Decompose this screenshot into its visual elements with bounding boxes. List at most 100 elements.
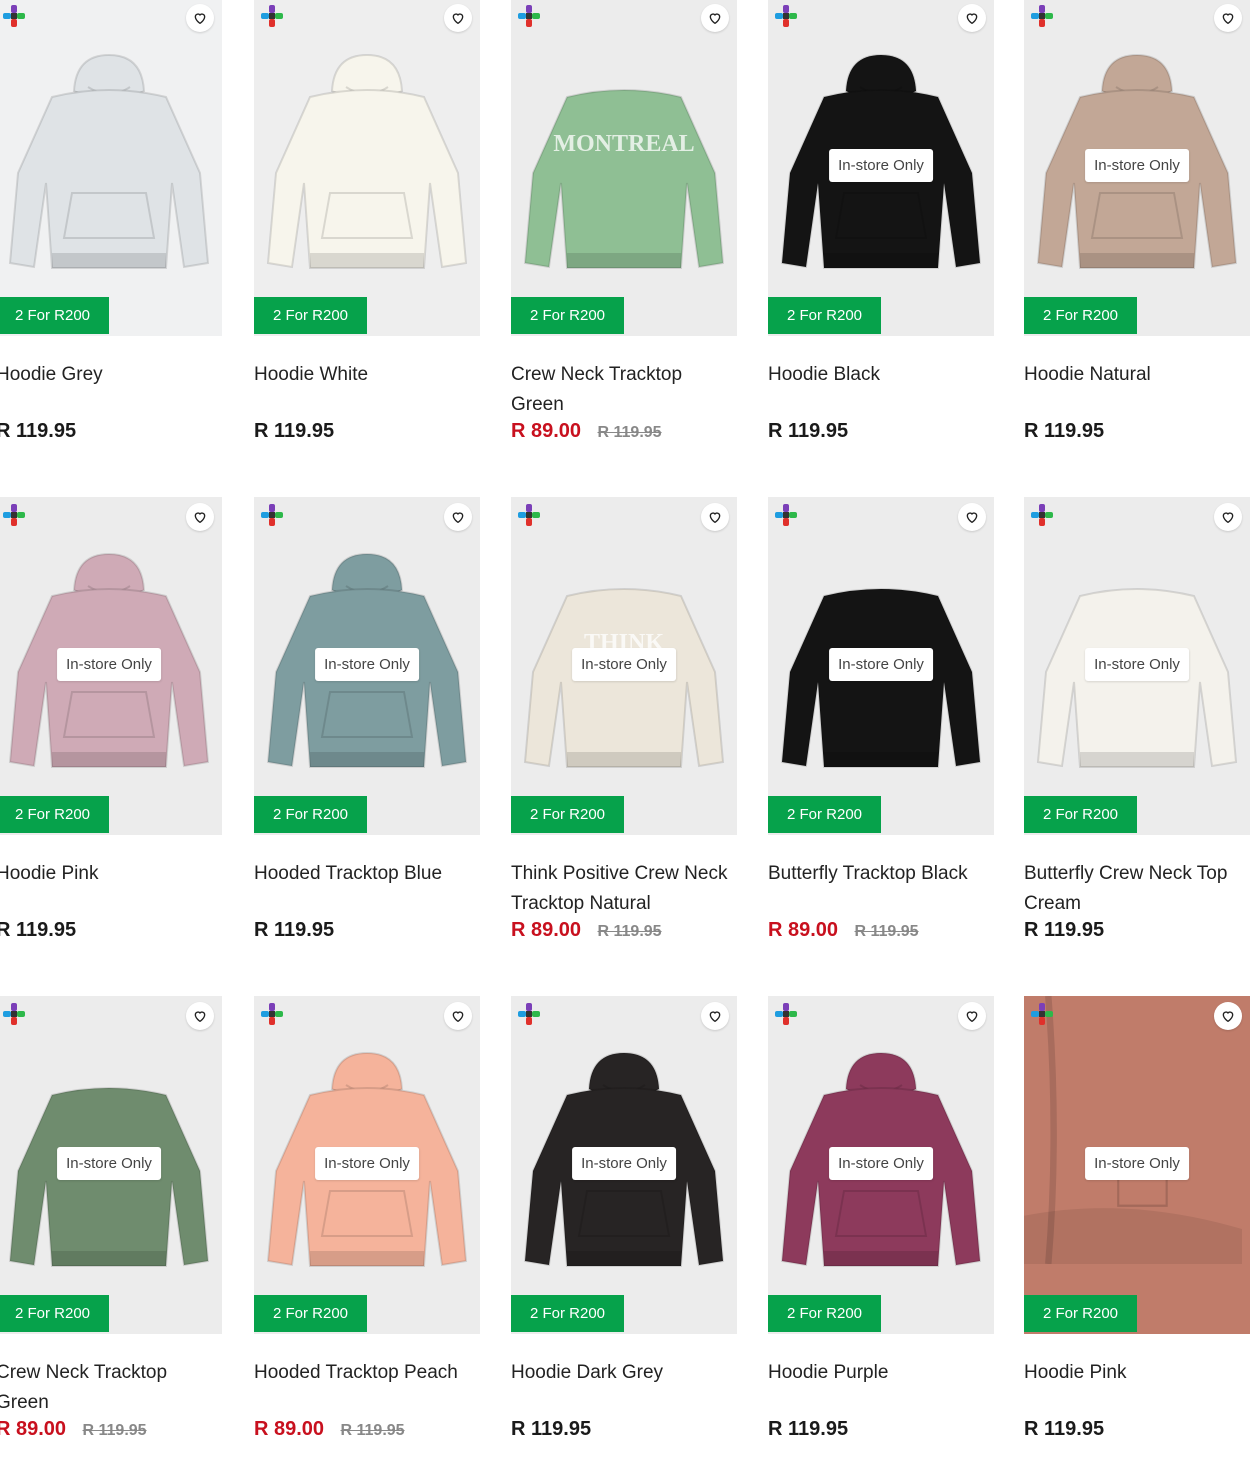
product-name[interactable]: Butterfly Tracktop Black xyxy=(768,859,994,919)
product-name[interactable]: Think Positive Crew Neck Tracktop Natura… xyxy=(511,859,737,919)
promo-badge[interactable]: 2 For R200 xyxy=(1024,796,1137,833)
promo-badge[interactable]: 2 For R200 xyxy=(511,1295,624,1332)
product-card[interactable]: In-store Only 2 For R200 Hoodie Purple R… xyxy=(768,996,994,1441)
price-row: R 89.00 R 119.95 xyxy=(254,1418,480,1441)
heart-outline-icon[interactable] xyxy=(701,503,729,531)
product-price: R 119.95 xyxy=(511,1418,592,1440)
product-name[interactable]: Hooded Tracktop Peach xyxy=(254,1358,480,1418)
heart-outline-icon[interactable] xyxy=(186,503,214,531)
heart-outline-icon[interactable] xyxy=(701,4,729,32)
product-card[interactable]: In-store Only 2 For R200 Hoodie Pink R 1… xyxy=(1024,996,1250,1441)
product-card[interactable]: In-store Only 2 For R200 Butterfly Track… xyxy=(768,497,994,942)
product-name[interactable]: Crew Neck Tracktop Green xyxy=(0,1358,222,1418)
promo-badge[interactable]: 2 For R200 xyxy=(768,1295,881,1332)
promo-badge[interactable]: 2 For R200 xyxy=(1024,1295,1137,1332)
heart-outline-icon[interactable] xyxy=(958,503,986,531)
price-row: R 119.95 xyxy=(0,420,222,443)
was-price: R 119.95 xyxy=(854,923,919,940)
product-card[interactable]: In-store Only 2 For R200 Hoodie Dark Gre… xyxy=(511,996,737,1441)
product-price: R 119.95 xyxy=(0,420,77,442)
product-name[interactable]: Hoodie Grey xyxy=(0,360,222,420)
product-name[interactable]: Butterfly Crew Neck Top Cream xyxy=(1024,859,1250,919)
heart-outline-icon[interactable] xyxy=(958,4,986,32)
was-price: R 119.95 xyxy=(82,1422,147,1439)
heart-outline-icon[interactable] xyxy=(958,1002,986,1030)
product-image[interactable]: 2 For R200 xyxy=(254,0,480,336)
promo-badge[interactable]: 2 For R200 xyxy=(0,297,109,334)
product-price: R 119.95 xyxy=(254,420,335,442)
product-grid: 2 For R200 Hoodie Grey R 119.95 2 For R2… xyxy=(0,0,1250,1480)
product-price: R 119.95 xyxy=(254,919,335,941)
product-card[interactable]: In-store Only 2 For R200 Crew Neck Track… xyxy=(0,996,222,1441)
plus-cross-icon xyxy=(774,1002,798,1026)
heart-outline-icon[interactable] xyxy=(444,4,472,32)
plus-cross-icon xyxy=(260,503,284,527)
promo-badge[interactable]: 2 For R200 xyxy=(768,297,881,334)
product-image[interactable]: In-store Only 2 For R200 xyxy=(511,996,737,1334)
price-row: R 119.95 xyxy=(1024,919,1250,942)
instore-only-badge: In-store Only xyxy=(1085,648,1189,681)
product-image[interactable]: MONTREAL 2 For R200 xyxy=(511,0,737,336)
heart-outline-icon[interactable] xyxy=(1214,1002,1242,1030)
product-image[interactable]: 2 For R200 xyxy=(0,0,222,336)
product-card[interactable]: In-store Only 2 For R200 Hooded Tracktop… xyxy=(254,996,480,1441)
product-name[interactable]: Hoodie Black xyxy=(768,360,994,420)
product-card[interactable]: 2 For R200 Hoodie Grey R 119.95 xyxy=(0,0,222,443)
product-name[interactable]: Hoodie Purple xyxy=(768,1358,994,1418)
product-price: R 89.00 xyxy=(0,1418,67,1440)
product-card[interactable]: In-store Only 2 For R200 Butterfly Crew … xyxy=(1024,497,1250,942)
product-image[interactable]: In-store Only 2 For R200 xyxy=(254,996,480,1334)
heart-outline-icon[interactable] xyxy=(1214,503,1242,531)
price-row: R 89.00 R 119.95 xyxy=(0,1418,222,1441)
heart-outline-icon[interactable] xyxy=(1214,4,1242,32)
product-image[interactable]: In-store Only 2 For R200 xyxy=(768,0,994,336)
product-card[interactable]: In-store Only 2 For R200 Hooded Tracktop… xyxy=(254,497,480,942)
plus-cross-icon xyxy=(2,1002,26,1026)
instore-only-badge: In-store Only xyxy=(572,1147,676,1180)
plus-cross-icon xyxy=(260,1002,284,1026)
product-image[interactable]: THINK In-store Only 2 For R200 xyxy=(511,497,737,835)
heart-outline-icon[interactable] xyxy=(444,503,472,531)
product-card[interactable]: 2 For R200 Hoodie White R 119.95 xyxy=(254,0,480,443)
product-price: R 89.00 xyxy=(768,919,839,941)
product-price: R 89.00 xyxy=(254,1418,325,1440)
product-name[interactable]: Crew Neck Tracktop Green xyxy=(511,360,737,420)
product-card[interactable]: In-store Only 2 For R200 Hoodie Black R … xyxy=(768,0,994,443)
product-image[interactable]: In-store Only 2 For R200 xyxy=(0,497,222,835)
product-image[interactable]: In-store Only 2 For R200 xyxy=(1024,0,1250,336)
product-name[interactable]: Hoodie Pink xyxy=(0,859,222,919)
product-name[interactable]: Hooded Tracktop Blue xyxy=(254,859,480,919)
product-name[interactable]: Hoodie Natural xyxy=(1024,360,1250,420)
price-row: R 119.95 xyxy=(1024,420,1250,443)
promo-badge[interactable]: 2 For R200 xyxy=(511,796,624,833)
product-image[interactable]: In-store Only 2 For R200 xyxy=(0,996,222,1334)
product-image[interactable]: In-store Only 2 For R200 xyxy=(254,497,480,835)
product-name[interactable]: Hoodie Pink xyxy=(1024,1358,1250,1418)
promo-badge[interactable]: 2 For R200 xyxy=(0,1295,109,1332)
product-price: R 89.00 xyxy=(511,420,582,442)
product-card[interactable]: In-store Only 2 For R200 Hoodie Natural … xyxy=(1024,0,1250,443)
product-card[interactable]: MONTREAL 2 For R200 Crew Neck Tracktop G… xyxy=(511,0,737,443)
promo-badge[interactable]: 2 For R200 xyxy=(254,796,367,833)
promo-badge[interactable]: 2 For R200 xyxy=(511,297,624,334)
product-card[interactable]: In-store Only 2 For R200 Hoodie Pink R 1… xyxy=(0,497,222,942)
heart-outline-icon[interactable] xyxy=(444,1002,472,1030)
promo-badge[interactable]: 2 For R200 xyxy=(0,796,109,833)
promo-badge[interactable]: 2 For R200 xyxy=(254,297,367,334)
product-image[interactable]: In-store Only 2 For R200 xyxy=(1024,497,1250,835)
product-name[interactable]: Hoodie White xyxy=(254,360,480,420)
product-card[interactable]: THINK In-store Only 2 For R200 Think Pos… xyxy=(511,497,737,942)
promo-badge[interactable]: 2 For R200 xyxy=(254,1295,367,1332)
price-row: R 119.95 xyxy=(1024,1418,1250,1441)
promo-badge[interactable]: 2 For R200 xyxy=(768,796,881,833)
heart-outline-icon[interactable] xyxy=(186,1002,214,1030)
product-image[interactable]: In-store Only 2 For R200 xyxy=(768,497,994,835)
heart-outline-icon[interactable] xyxy=(701,1002,729,1030)
heart-outline-icon[interactable] xyxy=(186,4,214,32)
product-image[interactable]: In-store Only 2 For R200 xyxy=(1024,996,1250,1334)
product-name[interactable]: Hoodie Dark Grey xyxy=(511,1358,737,1418)
product-price: R 119.95 xyxy=(1024,1418,1105,1440)
product-image[interactable]: In-store Only 2 For R200 xyxy=(768,996,994,1334)
promo-badge[interactable]: 2 For R200 xyxy=(1024,297,1137,334)
price-row: R 119.95 xyxy=(511,1418,737,1441)
